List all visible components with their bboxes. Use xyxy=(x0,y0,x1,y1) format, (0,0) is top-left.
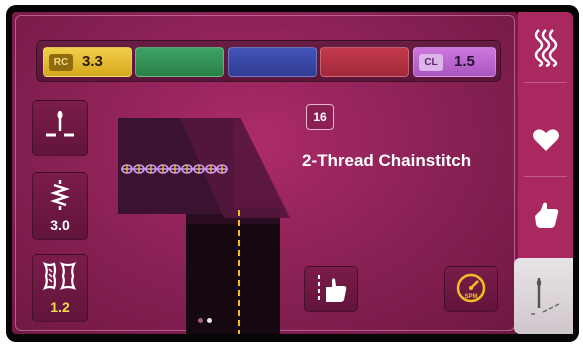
differential-feed-icon xyxy=(42,261,77,291)
needle-position-icon xyxy=(46,111,74,137)
page-indicator[interactable] xyxy=(198,310,216,328)
tab-favorites[interactable] xyxy=(518,111,573,169)
speed-gauge-icon: SPM xyxy=(456,273,486,303)
seam-line xyxy=(238,210,240,334)
page-dot-2[interactable] xyxy=(207,318,212,323)
tab-tutorial[interactable] xyxy=(518,186,573,244)
tab-stitch-menu[interactable] xyxy=(518,18,573,76)
sidebar-divider xyxy=(524,176,567,177)
stitch-length-button[interactable]: 3.0 xyxy=(32,172,88,240)
speed-label: SPM xyxy=(464,294,477,300)
stitch-name: 2-Thread Chainstitch xyxy=(302,151,472,170)
page-dot-1[interactable] xyxy=(198,318,203,323)
stitch-length-icon xyxy=(50,180,70,210)
right-sidebar xyxy=(514,12,573,334)
seam-guide-hand-icon xyxy=(318,275,347,303)
differential-feed-value: 1.2 xyxy=(50,299,70,315)
rc-value: 3.3 xyxy=(82,53,103,70)
main-screen: RC 3.3 CL 1.5 3.0 1.2 16 2-Thread Chains… xyxy=(12,12,518,334)
cl-tension-button[interactable]: CL 1.5 xyxy=(413,47,496,77)
stitch-menu-icon xyxy=(534,29,557,67)
sidebar-divider xyxy=(524,82,567,83)
favorites-heart-icon xyxy=(532,129,559,151)
green-thread-slot[interactable] xyxy=(135,47,224,77)
stitch-number-badge: 16 xyxy=(306,104,334,130)
seam-guide-button[interactable] xyxy=(304,266,358,312)
cl-value: 1.5 xyxy=(454,53,475,70)
thread-tension-bar: RC 3.3 CL 1.5 xyxy=(36,40,501,82)
tab-stitch-view[interactable] xyxy=(514,258,573,334)
cl-label: CL xyxy=(419,54,443,71)
speed-button[interactable]: SPM xyxy=(444,266,498,312)
rc-label: RC xyxy=(49,54,73,71)
differential-feed-button[interactable]: 1.2 xyxy=(32,254,88,322)
chainstitch-illustration xyxy=(121,164,228,174)
needle-position-button[interactable] xyxy=(32,100,88,156)
hand-tutorial-icon xyxy=(534,202,558,228)
red-thread-slot[interactable] xyxy=(320,47,409,77)
stitch-view-icon xyxy=(530,278,559,315)
blue-thread-slot[interactable] xyxy=(228,47,317,77)
stitch-length-value: 3.0 xyxy=(50,217,70,233)
rc-tension-button[interactable]: RC 3.3 xyxy=(43,47,132,77)
